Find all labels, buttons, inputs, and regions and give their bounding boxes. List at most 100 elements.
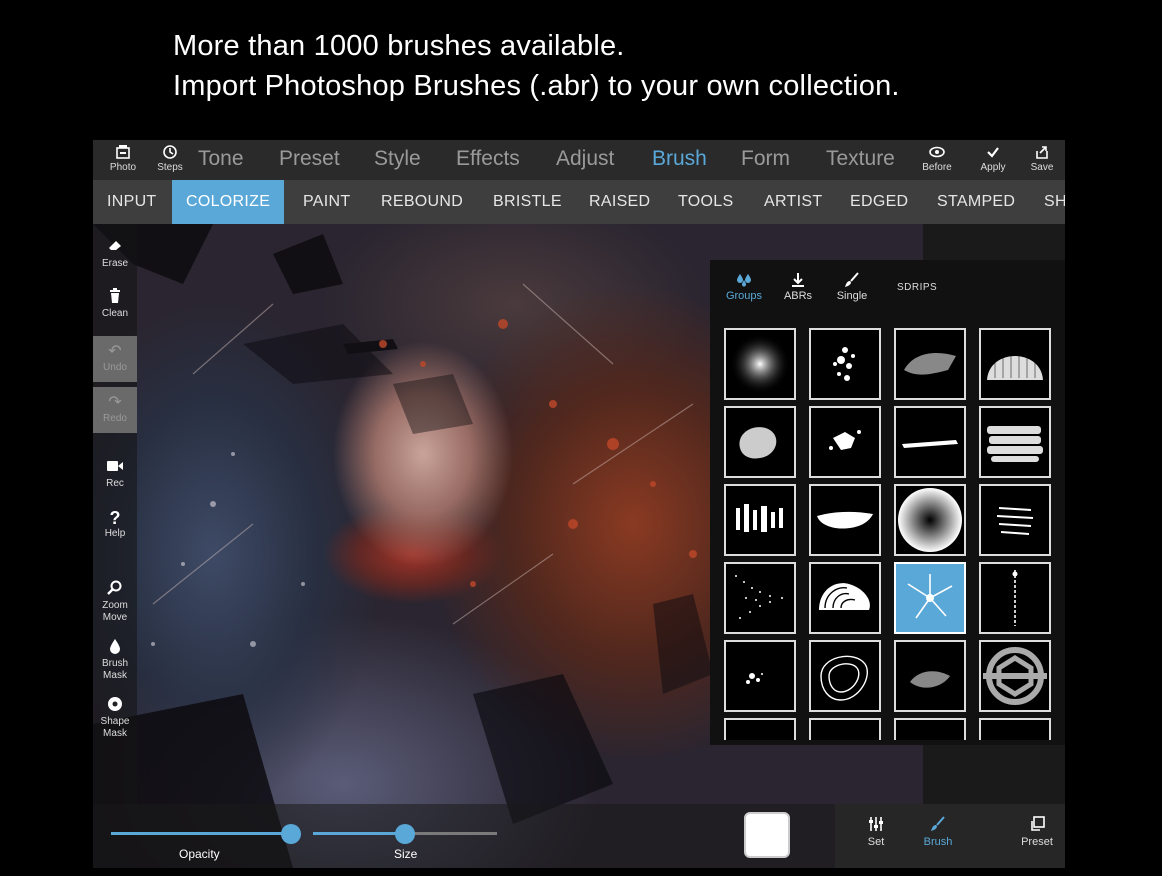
brush-thumbnail[interactable] [724,640,796,712]
brush-thumbnail[interactable] [979,484,1051,556]
brush-thumbnail[interactable] [724,328,796,400]
redo-label: Redo [103,413,127,424]
steps-button[interactable]: Steps [150,144,190,174]
brush-mask-button[interactable]: Brush Mask [93,638,137,682]
photo-button[interactable]: Photo [103,144,143,174]
brush-thumbnail[interactable] [979,328,1051,400]
tab-preset[interactable]: Preset [279,146,340,172]
brush-thumbnail[interactable] [894,640,966,712]
brush-thumbnail[interactable] [809,328,881,400]
brush-mask-label-2: Mask [103,670,127,681]
color-swatch[interactable] [744,812,790,858]
headline-line-1: More than 1000 brushes available. [173,30,625,62]
video-icon [93,458,137,478]
set-label: Set [867,836,885,848]
brush-thumbnail[interactable] [894,718,966,740]
subtab-rebound[interactable]: REBOUND [381,180,463,224]
brush-thumbnail[interactable] [979,718,1051,740]
opacity-label: Opacity [179,847,220,861]
sliders-icon [859,816,893,836]
size-slider-track[interactable] [313,832,405,835]
subtab-input[interactable]: INPUT [107,180,157,224]
brush-button[interactable]: Brush [919,816,957,848]
steps-label: Steps [157,162,183,173]
before-button[interactable]: Before [917,144,957,174]
subtab-tools[interactable]: TOOLS [678,180,733,224]
size-slider-handle[interactable] [395,824,415,844]
zoom-label: Zoom [102,600,128,611]
subtab-artist[interactable]: ARTIST [764,180,822,224]
tab-groups[interactable]: Groups [724,272,764,302]
question-icon: ? [109,508,121,528]
subtab-colorize[interactable]: COLORIZE [172,180,285,224]
brush-picker-panel: Groups ABRs Single SDRIPS [710,260,1065,745]
opacity-slider-track[interactable] [111,832,291,835]
brush-thumbnail[interactable] [809,406,881,478]
tab-brush[interactable]: Brush [652,146,707,172]
subtab-bristle[interactable]: BRISTLE [493,180,562,224]
tab-style[interactable]: Style [374,146,421,172]
help-button[interactable]: ? Help [93,508,137,540]
redo-button[interactable]: ↷ Redo [93,387,137,433]
preset-button[interactable]: Preset [1017,816,1057,848]
brush-thumbnail[interactable] [809,562,881,634]
headline-line-2: Import Photoshop Brushes (.abr) to your … [173,70,900,102]
set-button[interactable]: Set [859,816,893,848]
zoom-move-button[interactable]: Zoom Move [93,580,137,624]
brush-icon [919,816,957,836]
brush-group-name: SDRIPS [897,282,938,293]
rec-button[interactable]: Rec [93,458,137,490]
size-label: Size [394,847,418,861]
subtab-sh[interactable]: SH [1044,180,1065,224]
subtab-edged[interactable]: EDGED [850,180,908,224]
apply-button[interactable]: Apply [973,144,1013,174]
app-window: Photo Steps Tone Preset Style Effects Ad… [93,140,1065,868]
brush-icon [832,272,872,290]
groups-label: Groups [725,290,763,302]
redo-icon: ↷ [108,394,122,411]
subtab-stamped[interactable]: STAMPED [937,180,1015,224]
shape-mask-label: Shape [100,716,130,727]
before-label: Before [922,162,952,173]
save-label: Save [1030,162,1054,173]
shape-mask-button[interactable]: Shape Mask [93,696,137,740]
tab-form[interactable]: Form [741,146,790,172]
clean-button[interactable]: Clean [93,288,137,320]
erase-label: Erase [101,258,129,269]
tab-adjust[interactable]: Adjust [556,146,614,172]
brush-thumbnail[interactable] [979,640,1051,712]
check-icon [973,144,1013,162]
brush-thumbnail[interactable] [979,406,1051,478]
photo-label: Photo [109,162,137,173]
brush-thumbnail[interactable] [724,562,796,634]
erase-button[interactable]: Erase [93,238,137,270]
tab-texture[interactable]: Texture [826,146,895,172]
brush-thumbnail[interactable] [809,640,881,712]
opacity-slider-handle[interactable] [281,824,301,844]
subtab-paint[interactable]: PAINT [303,180,350,224]
tab-abrs[interactable]: ABRs [780,272,816,302]
brush-thumbnail[interactable] [809,718,881,740]
download-icon [780,272,816,290]
brush-label: Brush [923,836,953,848]
tab-effects[interactable]: Effects [456,146,520,172]
circle-dot-icon [93,696,137,716]
tab-tone[interactable]: Tone [198,146,244,172]
drops-icon [724,272,764,290]
undo-button[interactable]: ↶ Undo [93,336,137,382]
brush-thumbnail[interactable] [979,562,1051,634]
brush-category-bar: INPUT COLORIZE PAINT REBOUND BRISTLE RAI… [93,180,1065,224]
brush-thumbnail[interactable] [724,718,796,740]
brush-thumbnail[interactable] [724,406,796,478]
brush-thumbnail[interactable] [724,484,796,556]
bottom-toolbar: Opacity Size Set Brush Preset [93,804,1065,868]
brush-thumbnail[interactable] [894,406,966,478]
brush-thumbnail[interactable] [894,484,966,556]
copy-icon [1017,816,1057,836]
tab-single[interactable]: Single [832,272,872,302]
save-button[interactable]: Save [1022,144,1062,174]
subtab-raised[interactable]: RAISED [589,180,650,224]
brush-thumbnail-selected[interactable] [894,562,966,634]
brush-thumbnail[interactable] [809,484,881,556]
brush-thumbnail[interactable] [894,328,966,400]
